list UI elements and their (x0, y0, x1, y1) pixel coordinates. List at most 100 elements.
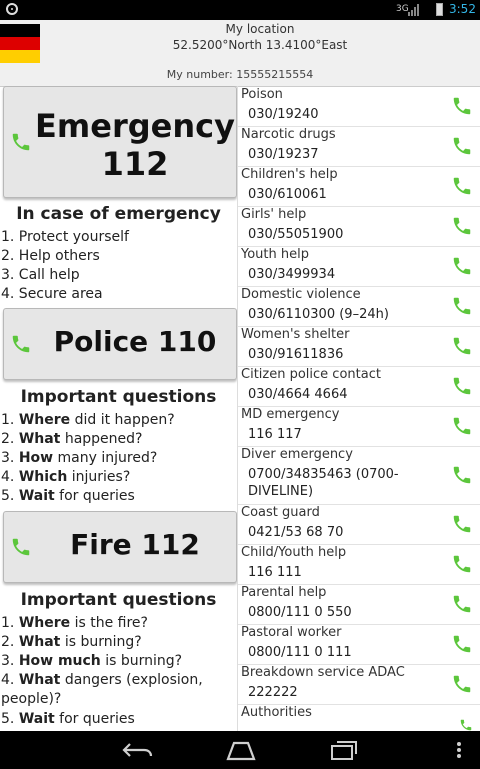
contact-number: 030/610061 (248, 187, 327, 202)
phone-icon[interactable] (451, 415, 473, 437)
phone-icon[interactable] (451, 175, 473, 197)
emergency-call-button[interactable]: Emergency 112 (3, 86, 237, 198)
phone-icon (12, 335, 30, 353)
police-call-button[interactable]: Police 110 (3, 308, 237, 380)
contact-name: Poison (241, 87, 283, 102)
contact-name: Authorities (241, 705, 312, 720)
contact-name: Girls' help (241, 207, 307, 222)
question-item: 4. What dangers (explosion, (1, 672, 203, 688)
phone-icon (12, 538, 30, 556)
contact-name: Diver emergency (241, 447, 353, 462)
contact-number: 0700/34835463 (0700-DIVELINE) (248, 467, 399, 499)
phone-icon[interactable] (451, 553, 473, 575)
contact-row[interactable]: Citizen police contact 030/4664 4664 (238, 366, 480, 407)
question-item: 1. Where did it happen? (1, 412, 175, 428)
phone-icon[interactable] (451, 135, 473, 157)
question-item: 3. How much is burning? (1, 653, 183, 669)
phone-icon[interactable] (451, 593, 473, 615)
phone-icon[interactable] (451, 375, 473, 397)
contact-name: Coast guard (241, 505, 320, 520)
contact-row[interactable]: Pastoral worker 0800/111 0 111 (238, 624, 480, 665)
my-number: My number: 15555215554 (166, 68, 314, 81)
contact-name: Pastoral worker (241, 625, 342, 640)
police-label: Police 110 (53, 325, 217, 358)
question-item: 5. Wait for queries (1, 488, 135, 504)
contact-number: 222222 (248, 685, 298, 700)
question-item: 3. How many injured? (1, 450, 158, 466)
contact-row[interactable]: Domestic violence 030/6110300 (9–24h) (238, 286, 480, 327)
fire-label: Fire 112 (70, 528, 200, 561)
contact-number: 030/4664 4664 (248, 387, 348, 402)
navigation-bar (0, 731, 480, 769)
contact-row[interactable]: MD emergency 116 117 (238, 406, 480, 447)
emergency-number: 112 (101, 145, 169, 183)
contact-row[interactable]: Diver emergency 0700/34835463 (0700-DIVE… (238, 446, 480, 505)
home-icon[interactable] (224, 739, 258, 761)
contact-name: Youth help (241, 247, 309, 262)
phone-icon[interactable] (451, 335, 473, 357)
question-item: 5. Wait for queries (1, 711, 135, 727)
contact-row[interactable]: Children's help 030/610061 (238, 166, 480, 207)
phone-icon (12, 133, 30, 151)
contacts-list: Poison 030/19240 Narcotic drugs 030/1923… (237, 86, 480, 731)
header: My location 52.5200°North 13.4100°East M… (0, 20, 480, 87)
location-coords: 52.5200°North 13.4100°East (172, 38, 348, 52)
contact-name: Women's shelter (241, 327, 350, 342)
phone-icon[interactable] (451, 673, 473, 695)
back-icon[interactable] (120, 739, 154, 761)
question-item: 2. What happened? (1, 431, 143, 447)
contact-number: 116 117 (248, 427, 302, 442)
contact-number: 030/91611836 (248, 347, 344, 362)
contact-number: 030/55051900 (248, 227, 344, 242)
signal-icon (408, 4, 420, 16)
contact-name: Children's help (241, 167, 338, 182)
phone-icon[interactable] (459, 718, 473, 731)
recents-icon[interactable] (328, 739, 360, 761)
question-item: 2. What is burning? (1, 634, 142, 650)
contact-row[interactable]: Breakdown service ADAC 222222 (238, 664, 480, 705)
status-bar: 3G 3:52 (0, 0, 480, 20)
phone-icon[interactable] (451, 464, 473, 486)
in-case-item: 2. Help others (1, 248, 100, 264)
contact-number: 0800/111 0 550 (248, 605, 352, 620)
clock: 3:52 (449, 2, 476, 16)
phone-icon[interactable] (451, 295, 473, 317)
phone-icon[interactable] (451, 255, 473, 277)
contact-number: 030/6110300 (9–24h) (248, 307, 389, 322)
emergency-label: Emergency (35, 107, 235, 145)
contact-row[interactable]: Coast guard 0421/53 68 70 (238, 504, 480, 545)
menu-icon[interactable] (454, 739, 464, 761)
phone-icon[interactable] (451, 633, 473, 655)
contact-number: 116 111 (248, 565, 302, 580)
questions-title: Important questions (20, 590, 217, 610)
battery-icon (436, 3, 443, 16)
contact-number: 0800/111 0 111 (248, 645, 352, 660)
question-item: people)? (1, 691, 62, 707)
phone-icon[interactable] (451, 95, 473, 117)
in-case-title: In case of emergency (16, 204, 221, 224)
contact-name: Breakdown service ADAC (241, 665, 405, 680)
contact-row[interactable]: Narcotic drugs 030/19237 (238, 126, 480, 167)
contact-row[interactable]: Child/Youth help 116 111 (238, 544, 480, 585)
contact-row[interactable]: Youth help 030/3499934 (238, 246, 480, 287)
contact-number: 030/3499934 (248, 267, 336, 282)
contact-name: Domestic violence (241, 287, 361, 302)
question-item: 4. Which injuries? (1, 469, 131, 485)
contact-name: Citizen police contact (241, 367, 381, 382)
in-case-item: 1. Protect yourself (1, 229, 129, 245)
fire-call-button[interactable]: Fire 112 (3, 511, 237, 583)
contact-row[interactable]: Women's shelter 030/91611836 (238, 326, 480, 367)
phone-icon[interactable] (451, 215, 473, 237)
left-panel: Emergency 112 In case of emergency 1. Pr… (0, 86, 237, 731)
phone-icon[interactable] (451, 513, 473, 535)
in-case-item: 4. Secure area (1, 286, 103, 302)
location-title: My location (225, 22, 295, 36)
contact-name: MD emergency (241, 407, 340, 422)
contact-number: 0421/53 68 70 (248, 525, 344, 540)
contact-row[interactable]: Parental help 0800/111 0 550 (238, 584, 480, 625)
contact-number: 030/19240 (248, 107, 319, 122)
contact-row[interactable]: Authorities (238, 704, 480, 731)
contact-row[interactable]: Girls' help 030/55051900 (238, 206, 480, 247)
contact-row[interactable]: Poison 030/19240 (238, 86, 480, 127)
network-type: 3G (396, 4, 409, 14)
